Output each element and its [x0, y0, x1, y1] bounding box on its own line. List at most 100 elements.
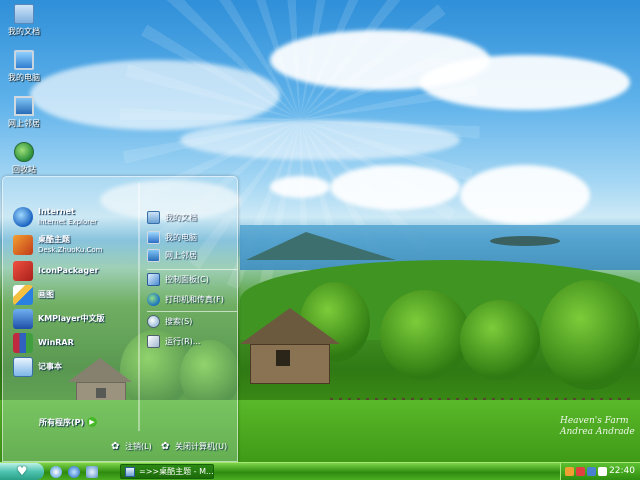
menu-item-label: 运行(R)...	[165, 337, 201, 346]
all-programs-button[interactable]: 所有程序(P)	[39, 417, 84, 428]
desktop-quicklaunch-icon[interactable]	[50, 466, 62, 478]
logoff-label: 注销(L)	[125, 442, 152, 451]
paint-icon	[13, 285, 33, 305]
iconpackager-icon	[13, 261, 33, 281]
winrar-icon	[13, 333, 33, 353]
signature-line-1: Heaven's Farm	[560, 416, 629, 426]
cloud	[30, 60, 280, 130]
menu-item-kmplayer[interactable]: KMPlayer中文版	[13, 309, 133, 329]
cloud	[460, 165, 590, 225]
network-icon	[14, 96, 34, 116]
menu-item-label: 打印机和传真(F)	[165, 295, 224, 304]
menu-item-subtitle: Desk.ZhuoKu.Com	[38, 246, 103, 254]
desktop-icon-my-computer[interactable]: 我的电脑	[2, 50, 46, 83]
menu-item-title: 桌酷主题	[38, 235, 70, 244]
search-icon	[147, 315, 160, 328]
volume-icon[interactable]	[598, 467, 607, 476]
start-menu: Internet Internet Explorer 桌酷主题 Desk.Zhu…	[2, 176, 238, 462]
run-icon	[147, 335, 160, 348]
shutdown-label: 关闭计算机(U)	[175, 442, 228, 451]
system-tray: 22:40	[560, 463, 640, 480]
start-menu-programs: Internet Internet Explorer 桌酷主题 Desk.Zhu…	[3, 205, 137, 431]
shutdown-icon: ✿	[161, 440, 170, 452]
menu-item-zhuoku-theme[interactable]: 桌酷主题 Desk.ZhuoKu.Com	[13, 235, 133, 255]
desktop-icon-label: 我的文档	[8, 27, 40, 36]
menu-item-paint[interactable]: 画图	[13, 285, 133, 305]
kmplayer-icon	[13, 309, 33, 329]
cloud	[270, 176, 330, 198]
notepad-icon	[13, 357, 33, 377]
menu-item-iconpackager[interactable]: IconPackager	[13, 261, 133, 281]
island	[490, 236, 560, 246]
menu-item-run[interactable]: 运行(R)...	[147, 335, 239, 348]
computer-icon	[14, 50, 34, 70]
menu-item-my-documents[interactable]: 我的文档	[147, 211, 239, 224]
window-icon	[125, 467, 135, 477]
tray-app-icon[interactable]	[576, 467, 585, 476]
desktop-icon-label: 我的电脑	[8, 73, 40, 82]
menu-item-printers[interactable]: 打印机和传真(F)	[147, 293, 239, 306]
desktop-icon-label: 回收站	[12, 165, 36, 174]
menu-item-control-panel[interactable]: 控制面板(C)	[147, 273, 239, 286]
menu-separator	[147, 269, 237, 270]
tray-app-icon[interactable]	[565, 467, 574, 476]
wallpaper-signature: Heaven's Farm Andrea Andrade	[560, 416, 635, 438]
zhuoku-icon	[13, 235, 33, 255]
desktop-icon-network[interactable]: 网上邻居	[2, 96, 46, 129]
logoff-icon: ✿	[111, 440, 120, 452]
menu-item-network[interactable]: 网上邻居	[147, 249, 239, 262]
computer-icon	[147, 231, 160, 244]
recycle-bin-icon	[14, 142, 34, 162]
network-status-icon[interactable]	[587, 467, 596, 476]
shutdown-button[interactable]: ✿ 关闭计算机(U)	[161, 441, 227, 452]
printer-icon	[147, 293, 160, 306]
network-icon	[147, 249, 160, 262]
menu-item-title: 画图	[38, 290, 54, 299]
menu-item-label: 搜索(S)	[165, 317, 193, 326]
menu-item-title: KMPlayer中文版	[38, 314, 105, 323]
menu-separator	[147, 311, 237, 312]
cloud	[180, 120, 460, 160]
cloud	[420, 55, 630, 110]
menu-item-my-computer[interactable]: 我的电脑	[147, 231, 239, 244]
menu-item-label: 网上邻居	[165, 251, 197, 260]
menu-item-internet-explorer[interactable]: Internet Internet Explorer	[13, 207, 133, 227]
tree	[460, 300, 540, 380]
menu-item-subtitle: Internet Explorer	[38, 218, 98, 226]
menu-item-title: WinRAR	[38, 338, 74, 347]
internet-explorer-icon	[13, 207, 33, 227]
menu-item-search[interactable]: 搜索(S)	[147, 315, 239, 328]
chevron-right-icon[interactable]: ▶	[87, 417, 97, 427]
menu-item-title: Internet	[38, 207, 75, 216]
start-menu-footer: ✿ 注销(L) ✿ 关闭计算机(U)	[3, 435, 239, 463]
menu-item-title: 记事本	[38, 362, 62, 371]
tree	[540, 280, 640, 390]
documents-icon	[147, 211, 160, 224]
mountain	[246, 232, 396, 260]
heart-icon: ♥	[16, 464, 28, 478]
menu-item-label: 我的电脑	[165, 233, 197, 242]
menu-item-label: 控制面板(C)	[165, 275, 209, 284]
internet-explorer-icon[interactable]	[68, 466, 80, 478]
control-panel-icon	[147, 273, 160, 286]
tree	[380, 290, 470, 380]
desktop-icon-label: 网上邻居	[8, 119, 40, 128]
start-button[interactable]: ♥	[0, 463, 44, 480]
folder-icon	[14, 4, 34, 24]
taskbar-window-label: =>>桌酷主题 - M...	[139, 467, 214, 476]
menu-item-notepad[interactable]: 记事本	[13, 357, 133, 377]
desktop-icon-recycle-bin[interactable]: 回收站	[2, 142, 46, 175]
media-player-icon[interactable]	[86, 466, 98, 478]
menu-item-label: 我的文档	[165, 213, 197, 222]
taskbar: ♥ =>>桌酷主题 - M... 22:40	[0, 462, 640, 480]
menu-item-title: IconPackager	[38, 266, 99, 275]
clock[interactable]: 22:40	[609, 463, 635, 480]
desktop-icon-my-documents[interactable]: 我的文档	[2, 4, 46, 37]
menu-divider	[138, 183, 140, 431]
menu-item-winrar[interactable]: WinRAR	[13, 333, 133, 353]
signature-line-2: Andrea Andrade	[560, 427, 635, 437]
start-menu-places: 我的文档 我的电脑 网上邻居 控制面板(C) 打印机和传真(F) 搜索(S) 运…	[141, 205, 237, 431]
taskbar-window-button[interactable]: =>>桌酷主题 - M...	[120, 464, 214, 479]
logoff-button[interactable]: ✿ 注销(L)	[111, 441, 152, 452]
cloud	[330, 165, 460, 210]
